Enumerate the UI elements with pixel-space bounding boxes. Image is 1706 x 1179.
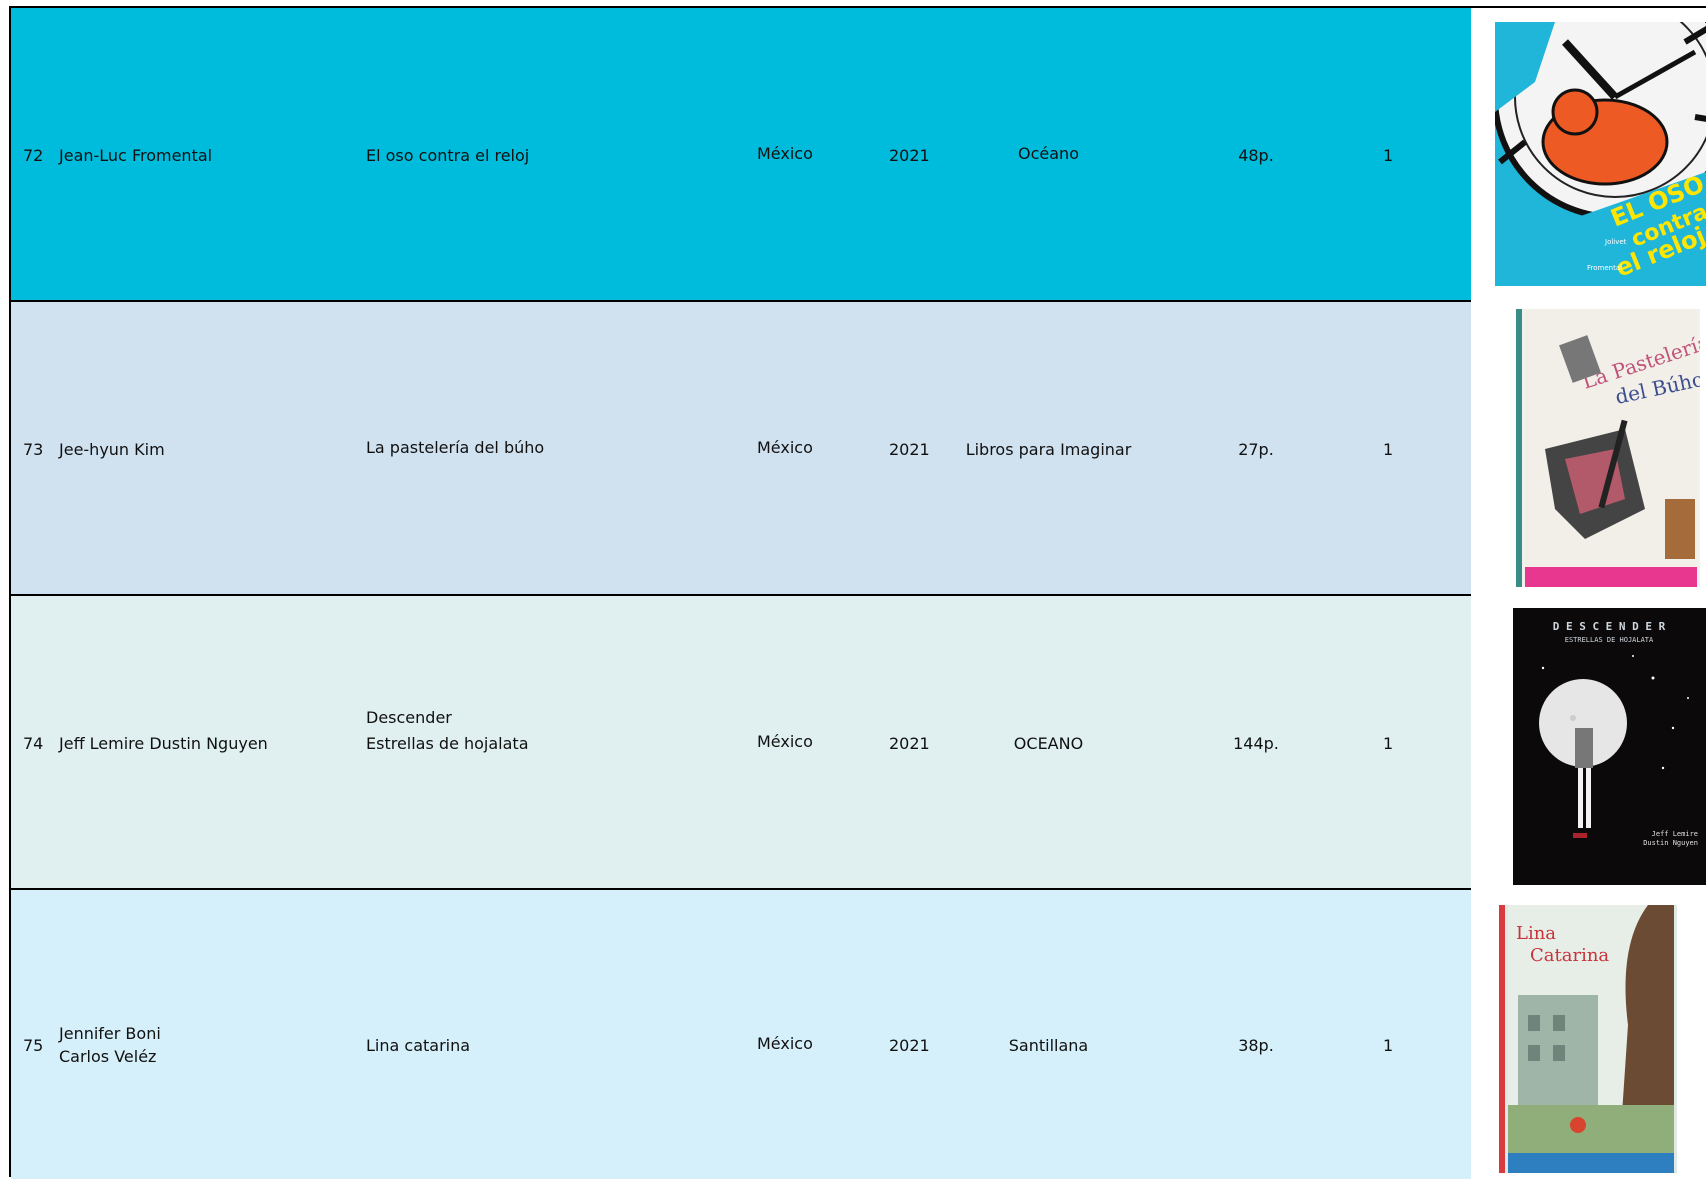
year-cell: 2021 [889, 734, 930, 753]
cover-author: Fromental [1587, 264, 1622, 272]
table-row: 74 Jeff Lemire Dustin Nguyen Descender E… [11, 596, 1471, 890]
table-row: 72 Jean-Luc Fromental El oso contra el r… [11, 8, 1471, 302]
pages-cell: 144p. [1233, 734, 1279, 753]
cover-cell: EL OSO contra el reloj Jolivet Fromental [1471, 8, 1706, 302]
country-cell: México [757, 732, 813, 751]
descender-illustration: D E S C E N D E R ESTRELLAS DE HOJALATA … [1513, 608, 1706, 885]
country-cell: México [757, 144, 813, 163]
year-cell: 2021 [889, 440, 930, 459]
cover-author: Jolivet [1604, 238, 1627, 246]
author-cell: Jeff Lemire Dustin Nguyen [59, 734, 268, 753]
title-cell: El oso contra el reloj [366, 146, 530, 165]
book-cover-image: La Pastelería del Búho [1516, 309, 1700, 587]
title-line: Estrellas de hojalata [366, 734, 529, 753]
book-cover-image: EL OSO contra el reloj Jolivet Fromental [1495, 22, 1706, 286]
country-cell: México [757, 1034, 813, 1053]
copies-cell: 1 [1383, 1036, 1394, 1055]
publisher-cell: Océano [1018, 144, 1079, 163]
publisher-cell: Santillana [1008, 1036, 1089, 1055]
cover-title-line: Lina [1516, 923, 1556, 944]
copies-cell: 1 [1383, 440, 1394, 459]
author-line: Jennifer Boni [59, 1024, 161, 1043]
pages-cell: 48p. [1238, 146, 1274, 165]
author-cell: Jean-Luc Fromental [59, 146, 213, 165]
title-cell: Lina catarina [366, 1036, 471, 1055]
row-number: 73 [23, 440, 44, 459]
author-cell: Jee-hyun Kim [59, 440, 165, 459]
pages-cell: 27p. [1238, 440, 1274, 459]
row-number: 74 [23, 734, 44, 753]
row-number: 72 [23, 146, 44, 165]
table-row: 73 Jee-hyun Kim La pastelería del búho M… [11, 302, 1471, 596]
copies-cell: 1 [1383, 734, 1394, 753]
publisher-cell: OCEANO [1013, 734, 1084, 753]
row-number: 75 [23, 1036, 44, 1055]
cover-title-line: ESTRELLAS DE HOJALATA [1565, 636, 1654, 644]
year-cell: 2021 [889, 146, 930, 165]
cover-author: Dustin Nguyen [1643, 839, 1698, 847]
copies-cell: 1 [1383, 146, 1394, 165]
clock-bear-illustration: EL OSO contra el reloj Jolivet Fromental [1495, 22, 1706, 286]
owl-bakery-illustration: La Pastelería del Búho [1525, 309, 1700, 587]
pages-cell: 38p. [1238, 1036, 1274, 1055]
book-cover-image: D E S C E N D E R ESTRELLAS DE HOJALATA … [1513, 608, 1706, 885]
book-cover-image: Lina Catarina [1499, 905, 1677, 1173]
cover-title-line: D E S C E N D E R [1553, 620, 1666, 633]
table-row: 75 Jennifer Boni Carlos Veléz Lina catar… [11, 890, 1471, 1179]
lina-catarina-illustration: Lina Catarina [1508, 905, 1674, 1173]
title-cell: La pastelería del búho [366, 438, 545, 457]
country-cell: México [757, 438, 813, 457]
author-line: Carlos Veléz [59, 1047, 157, 1066]
cover-cell: La Pastelería del Búho [1471, 302, 1706, 596]
books-table: 72 Jean-Luc Fromental El oso contra el r… [9, 6, 1706, 1179]
year-cell: 2021 [889, 1036, 930, 1055]
cover-cell: Lina Catarina [1471, 890, 1706, 1179]
title-line: Descender [366, 708, 452, 727]
cover-author: Jeff Lemire [1652, 830, 1698, 838]
cover-title-line: Catarina [1530, 945, 1609, 966]
publisher-cell: Libros para Imaginar [965, 440, 1132, 459]
cover-cell: D E S C E N D E R ESTRELLAS DE HOJALATA … [1471, 596, 1706, 890]
